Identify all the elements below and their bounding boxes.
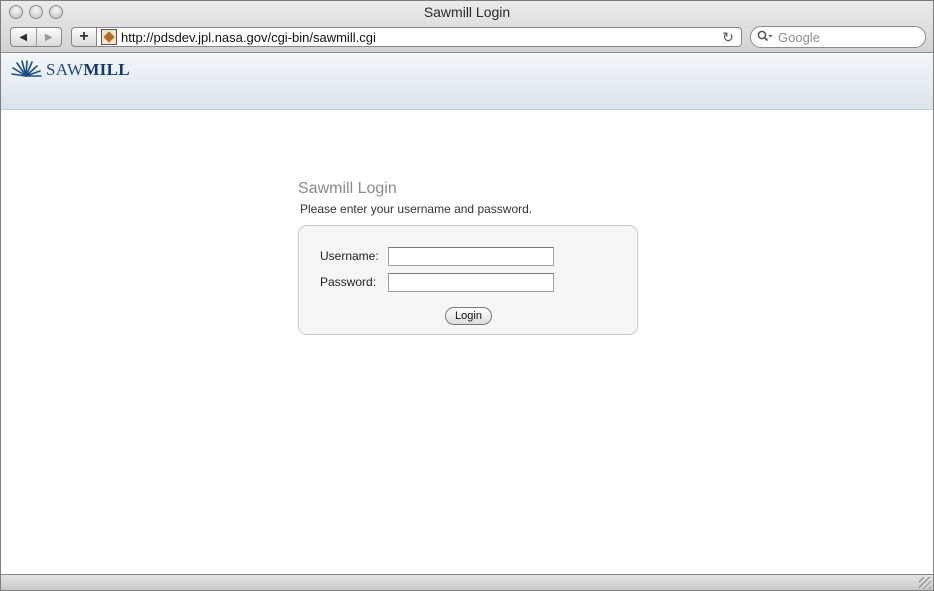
password-input[interactable] bbox=[388, 273, 554, 292]
username-label: Username: bbox=[320, 249, 379, 263]
logo-prefix: SAW bbox=[46, 60, 84, 79]
address-bar[interactable]: http://pdsdev.jpl.nasa.gov/cgi-bin/sawmi… bbox=[97, 27, 742, 47]
search-placeholder: Google bbox=[778, 29, 820, 45]
resize-grip-icon[interactable] bbox=[919, 577, 931, 589]
logo-suffix: MILL bbox=[83, 60, 130, 79]
forward-button[interactable]: ▶ bbox=[35, 28, 62, 46]
forward-arrow-icon: ▶ bbox=[44, 31, 53, 43]
search-icon bbox=[757, 30, 773, 45]
site-favicon-icon bbox=[101, 29, 117, 45]
browser-chrome: Sawmill Login ◀ ▶ + http://pdsdev.jpl.na… bbox=[1, 1, 933, 53]
login-title: Sawmill Login bbox=[298, 180, 397, 197]
app-header: SAWMILL bbox=[1, 54, 933, 110]
logo-wordmark: SAWMILL bbox=[46, 60, 130, 80]
status-bar bbox=[1, 574, 933, 590]
reload-icon[interactable]: ↻ bbox=[719, 29, 737, 46]
sawmill-logo: SAWMILL bbox=[10, 60, 130, 80]
add-bookmark-button[interactable]: + bbox=[71, 27, 97, 47]
browser-window: Sawmill Login ◀ ▶ + http://pdsdev.jpl.na… bbox=[0, 0, 934, 591]
navigation-buttons: ◀ ▶ bbox=[10, 27, 62, 47]
url-text[interactable]: http://pdsdev.jpl.nasa.gov/cgi-bin/sawmi… bbox=[121, 30, 719, 45]
window-title: Sawmill Login bbox=[423, 4, 511, 20]
login-instructions: Please enter your username and password. bbox=[300, 202, 533, 216]
username-input[interactable] bbox=[388, 247, 554, 266]
back-arrow-icon: ◀ bbox=[19, 31, 28, 43]
password-label: Password: bbox=[320, 275, 377, 289]
sawmill-logo-icon bbox=[11, 60, 42, 77]
search-field[interactable]: Google bbox=[750, 26, 926, 48]
plus-icon: + bbox=[79, 28, 89, 45]
login-form: Username: Password: Login bbox=[298, 225, 638, 335]
login-button[interactable]: Login bbox=[445, 307, 492, 325]
back-button[interactable]: ◀ bbox=[11, 28, 36, 46]
